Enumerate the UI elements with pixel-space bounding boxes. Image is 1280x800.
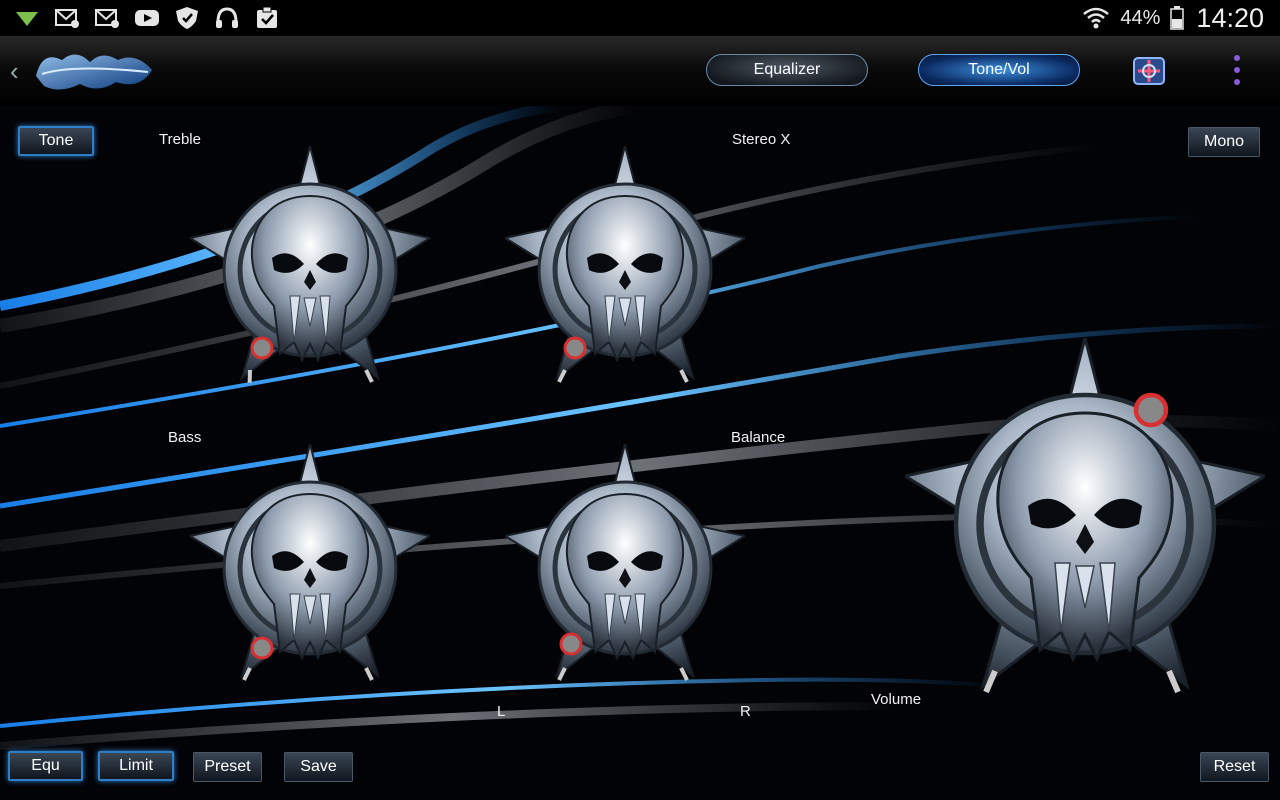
bass-knob[interactable] xyxy=(190,444,430,684)
app-logo[interactable] xyxy=(32,46,157,96)
stereo-x-knob[interactable] xyxy=(505,146,745,386)
shield-icon xyxy=(176,7,198,29)
tab-tone-vol[interactable]: Tone/Vol xyxy=(918,54,1080,86)
balance-knob[interactable] xyxy=(505,444,745,684)
youtube-icon xyxy=(135,10,159,26)
headphones-icon xyxy=(216,7,238,28)
clipboard-icon xyxy=(257,6,277,28)
volume-knob[interactable] xyxy=(905,338,1265,698)
treble-knob[interactable] xyxy=(190,146,430,386)
reset-button[interactable]: Reset xyxy=(1200,752,1269,782)
app-emblem-icon[interactable] xyxy=(1128,52,1170,90)
balance-left-label: L xyxy=(497,703,506,720)
status-bar: 44% 14:20 xyxy=(0,0,1280,36)
tone-volume-panel: Tone Mono Treble Stereo X Bass Balance V… xyxy=(0,106,1280,800)
action-bar: ‹ Equalizer Tone/Vol xyxy=(0,36,1280,106)
mono-button[interactable]: Mono xyxy=(1188,127,1260,157)
balance-right-label: R xyxy=(740,703,751,720)
limit-button[interactable]: Limit xyxy=(98,751,174,781)
battery-percent: 44% xyxy=(1120,6,1161,29)
clock: 14:20 xyxy=(1196,2,1264,33)
preset-button[interactable]: Preset xyxy=(193,752,262,782)
wifi-icon xyxy=(1083,7,1110,29)
gmail-icon xyxy=(55,9,79,28)
equ-button[interactable]: Equ xyxy=(8,751,83,781)
save-button[interactable]: Save xyxy=(284,752,353,782)
overflow-menu-icon[interactable] xyxy=(1230,52,1244,88)
back-chevron-icon[interactable]: ‹ xyxy=(10,56,19,87)
download-icon xyxy=(16,12,38,26)
tab-equalizer[interactable]: Equalizer xyxy=(706,54,868,86)
tone-button[interactable]: Tone xyxy=(18,126,94,156)
email-icon xyxy=(95,9,119,28)
battery-icon xyxy=(1170,6,1185,30)
